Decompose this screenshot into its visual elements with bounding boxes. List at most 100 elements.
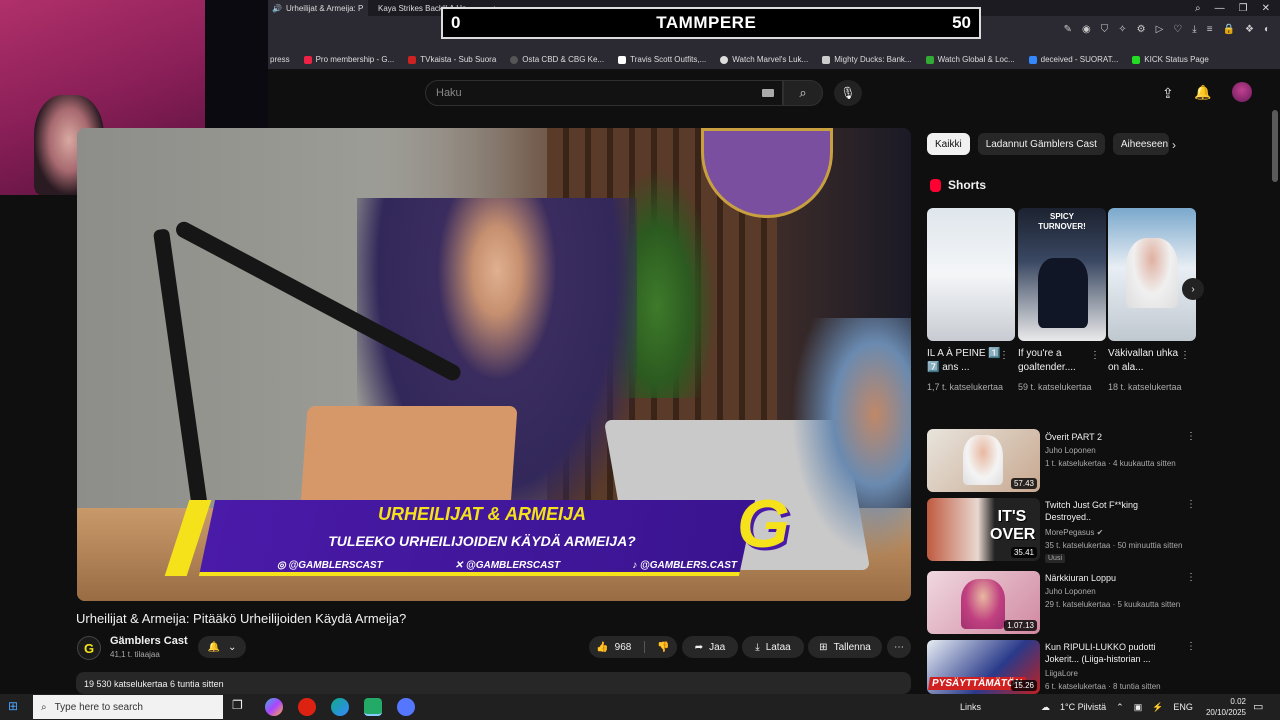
search-icon[interactable]: ⌕ <box>1195 3 1201 14</box>
video-thumbnail[interactable]: 1.07.13 <box>927 571 1040 634</box>
more-actions-button[interactable]: ⋯ <box>887 636 911 658</box>
account-avatar[interactable] <box>1232 82 1252 102</box>
bookmark[interactable]: TVkaista - Sub Suora <box>408 55 496 64</box>
play-icon[interactable]: ▷ <box>1156 24 1164 35</box>
thumbs-down-icon[interactable]: 👎 <box>657 642 669 653</box>
video-channel[interactable]: MorePegasus ✔ <box>1045 527 1103 539</box>
channel-avatar[interactable]: G <box>77 636 101 660</box>
settings-icon[interactable]: ⚙ <box>1137 24 1146 35</box>
bookmark[interactable]: Osta CBD & CBG Ke... <box>510 55 604 64</box>
video-channel[interactable]: Juho Loponen <box>1045 586 1096 598</box>
channel-name[interactable]: Gämblers Cast <box>110 635 188 647</box>
more-vert-icon[interactable]: ⋮ <box>1090 350 1100 361</box>
bookmark[interactable]: Pro membership - G... <box>303 55 394 64</box>
bookmark[interactable]: press <box>270 55 290 64</box>
extension-icon[interactable]: ✧ <box>1118 24 1126 35</box>
video-title[interactable]: Överit PART 2 <box>1045 431 1185 443</box>
upload-icon[interactable]: ⇪ <box>1162 85 1174 102</box>
keyboard-icon[interactable] <box>762 89 774 97</box>
clock[interactable]: 0.02 20/10/2025 <box>1200 696 1246 718</box>
video-title[interactable]: Närkkiuran Loppu <box>1045 572 1185 584</box>
opera-icon[interactable] <box>298 698 316 716</box>
edge-icon[interactable] <box>331 698 349 716</box>
bookmark[interactable]: Travis Scott Outfits,... <box>618 55 706 64</box>
more-vert-icon[interactable]: ⋮ <box>1180 350 1190 361</box>
profile-icon[interactable]: ◐ <box>1264 24 1270 35</box>
video-thumbnail[interactable]: PYSÄYTTÄMÄTÖN 15.26 <box>927 640 1040 694</box>
video-thumbnail[interactable]: IT'S OVER 35.41 <box>927 498 1040 561</box>
more-vert-icon[interactable]: ⋮ <box>1186 641 1196 652</box>
download-button[interactable]: ⤓ Lataa <box>742 636 804 658</box>
menu-icon[interactable]: ≡ <box>1207 24 1213 35</box>
task-view-icon[interactable]: ❐ <box>232 698 250 716</box>
more-vert-icon[interactable]: ⋮ <box>1186 572 1196 583</box>
video-player[interactable]: URHEILIJAT & ARMEIJA TULEEKO URHEILIJOID… <box>77 128 911 601</box>
weather-label[interactable]: 1°C Pilvistä <box>1060 702 1106 712</box>
share-button[interactable]: ➦ Jaa <box>682 636 738 658</box>
shield-icon[interactable]: ⛉ <box>1101 24 1109 35</box>
description-box[interactable]: 19 530 katselukertaa 6 tuntia sitten <box>76 672 911 694</box>
vpn-icon[interactable]: ❖ <box>1245 24 1254 35</box>
language-indicator[interactable]: ENG <box>1173 702 1193 712</box>
links-toolbar[interactable]: Links <box>960 702 981 712</box>
maximize-icon[interactable]: ❐ <box>1239 3 1248 14</box>
windows-start-icon[interactable]: ⊞ <box>8 699 18 713</box>
edit-icon[interactable]: ✎ <box>1064 24 1072 35</box>
score-left: 0 <box>451 13 461 32</box>
video-title[interactable]: Kun RIPULI-LUKKO pudotti Jokerit... (Lii… <box>1045 641 1185 665</box>
tab-label: Urheilijat & Armeija: P <box>285 3 364 13</box>
heart-icon[interactable]: ♡ <box>1173 24 1182 35</box>
bookmark[interactable]: Mighty Ducks: Bank... <box>822 55 912 64</box>
video-meta: 1 t. katselukertaa · 4 kuukautta sitten <box>1045 459 1176 468</box>
search-input[interactable]: Haku <box>425 80 783 106</box>
taskbar-search-input[interactable]: ⌕ Type here to search <box>33 695 223 719</box>
bookmark[interactable]: KICK Status Page <box>1132 55 1209 64</box>
chip-all[interactable]: Kaikki <box>927 133 970 155</box>
app-icon[interactable] <box>397 698 415 716</box>
like-button[interactable]: 👍 968 👎 <box>589 636 677 658</box>
video-thumbnail[interactable]: 57.43 <box>927 429 1040 492</box>
minimize-icon[interactable]: — <box>1215 3 1225 14</box>
search-button[interactable]: ⌕ <box>783 80 823 106</box>
lock-icon[interactable]: 🔒 <box>1223 24 1235 35</box>
chevron-right-icon[interactable]: › <box>1172 138 1176 152</box>
bookmark-label: Watch Global & Loc... <box>937 55 1015 64</box>
bookmark-label: Mighty Ducks: Bank... <box>834 55 912 64</box>
close-icon[interactable]: ✕ <box>1262 3 1270 14</box>
video-duration: 1.07.13 <box>1004 620 1037 631</box>
short-thumbnail[interactable] <box>927 208 1015 341</box>
chip-related[interactable]: Aiheeseen l <box>1112 133 1169 155</box>
tab-current[interactable]: 🔊 Urheilijat & Armeija: P <box>268 0 368 16</box>
gamblers-logo: G <box>737 486 790 562</box>
short-title[interactable]: IL A À PEINE 1️⃣ 7️⃣ ans ... <box>927 347 1003 375</box>
camera-icon[interactable]: ◉ <box>1082 24 1091 35</box>
subscribed-bell-button[interactable]: 🔔 ⌄ <box>198 636 246 658</box>
voice-search-button[interactable]: 🎙 <box>834 80 862 106</box>
video-channel[interactable]: Juho Loponen <box>1045 445 1096 457</box>
bookmark[interactable]: Watch Marvel's Luk... <box>720 55 808 64</box>
bookmark[interactable]: deceived - SUORAT... <box>1028 55 1118 64</box>
notification-icon[interactable]: ▭ <box>1253 700 1263 713</box>
tray-icon[interactable]: ⚡ <box>1152 702 1163 713</box>
video-title[interactable]: Twitch Just Got F**king Destroyed.. <box>1045 499 1185 523</box>
short-title[interactable]: If you're a goaltender.... <box>1018 347 1094 375</box>
copilot-icon[interactable] <box>265 698 283 716</box>
video-channel[interactable]: LiigaLore <box>1045 668 1078 680</box>
chevron-up-icon[interactable]: ⌃ <box>1116 702 1124 713</box>
more-vert-icon[interactable]: ⋮ <box>1186 499 1196 510</box>
short-thumbnail[interactable]: SPICY TURNOVER! <box>1018 208 1106 341</box>
download-icon[interactable]: ⤓ <box>1192 24 1196 35</box>
chevron-right-icon[interactable]: › <box>1182 278 1204 300</box>
short-thumbnail[interactable] <box>1108 208 1196 341</box>
bookmark[interactable]: Watch Global & Loc... <box>925 55 1015 64</box>
tray-icon[interactable]: ▣ <box>1134 702 1143 713</box>
search-icon: ⌕ <box>799 85 807 100</box>
more-vert-icon[interactable]: ⋮ <box>1186 431 1196 442</box>
page-scrollbar[interactable] <box>1272 110 1278 182</box>
chip-channel[interactable]: Ladannut Gämblers Cast <box>977 133 1105 155</box>
more-vert-icon[interactable]: ⋮ <box>999 350 1009 361</box>
notifications-bell-icon[interactable]: 🔔 <box>1194 84 1211 101</box>
app-icon[interactable] <box>364 698 382 716</box>
save-button[interactable]: ⊞ Tallenna <box>808 636 882 658</box>
short-title[interactable]: Väkivallan uhka on ala... <box>1108 347 1184 375</box>
